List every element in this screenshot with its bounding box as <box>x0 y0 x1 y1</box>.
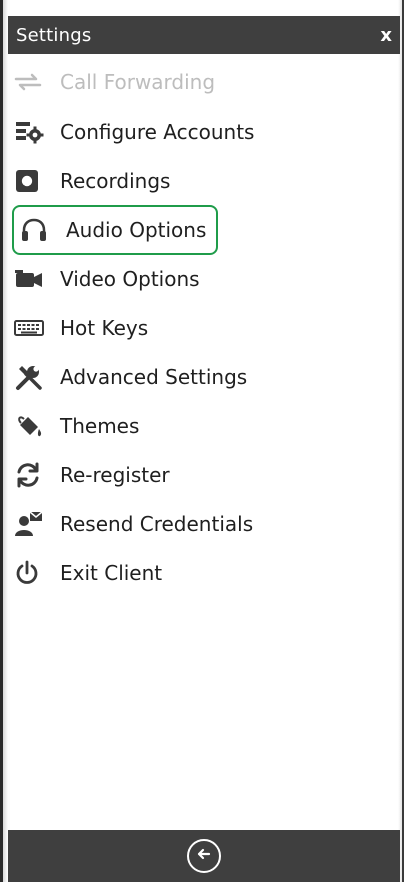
window-title: Settings <box>16 24 92 46</box>
menu-item-advanced-settings[interactable]: Advanced Settings <box>14 357 247 397</box>
menu-item-label: Resend Credentials <box>60 512 254 536</box>
menu-item-configure-accounts[interactable]: Configure Accounts <box>14 112 254 152</box>
menu-item-label: Re-register <box>60 463 170 487</box>
window-left-edge <box>0 0 8 882</box>
tools-icon <box>14 363 48 391</box>
menu-item-label: Audio Options <box>66 218 207 242</box>
menu-item-exit-client[interactable]: Exit Client <box>14 553 162 593</box>
menu-item-label: Recordings <box>60 169 171 193</box>
menu-item-recordings[interactable]: Recordings <box>14 161 170 201</box>
menu-item-label: Themes <box>60 414 140 438</box>
window-right-edge <box>398 0 404 882</box>
call-forwarding-icon <box>14 68 48 96</box>
menu-item-label: Exit Client <box>60 561 163 585</box>
menu-item-label: Advanced Settings <box>60 365 248 389</box>
menu-item-label: Hot Keys <box>60 316 149 340</box>
paint-bucket-icon <box>14 412 48 440</box>
headphones-icon <box>20 216 54 244</box>
settings-window: Settings x Call Forwarding Configure Acc… <box>0 0 404 882</box>
menu-item-themes[interactable]: Themes <box>14 406 139 446</box>
menu-item-resend-credentials[interactable]: Resend Credentials <box>14 504 253 544</box>
power-icon <box>14 559 48 587</box>
menu-item-label: Video Options <box>60 267 200 291</box>
configure-accounts-icon <box>14 118 48 146</box>
menu-item-audio-options[interactable]: Audio Options <box>12 205 219 255</box>
back-button[interactable] <box>187 839 221 873</box>
menu-item-video-options[interactable]: Video Options <box>14 259 200 299</box>
refresh-icon <box>14 461 48 489</box>
video-camera-icon <box>14 265 48 293</box>
menu-item-label: Configure Accounts <box>60 120 255 144</box>
menu-item-re-register[interactable]: Re-register <box>14 455 170 495</box>
user-mail-icon <box>14 510 48 538</box>
title-bar: Settings x <box>8 16 400 54</box>
menu-item-hot-keys[interactable]: Hot Keys <box>14 308 148 348</box>
menu-item-label: Call Forwarding <box>60 70 216 94</box>
keyboard-icon <box>14 314 48 342</box>
recordings-icon <box>14 167 48 195</box>
close-button[interactable]: x <box>380 25 392 46</box>
menu-item-call-forwarding: Call Forwarding <box>14 62 215 102</box>
bottom-bar <box>8 830 400 882</box>
back-arrow-icon <box>194 844 214 868</box>
